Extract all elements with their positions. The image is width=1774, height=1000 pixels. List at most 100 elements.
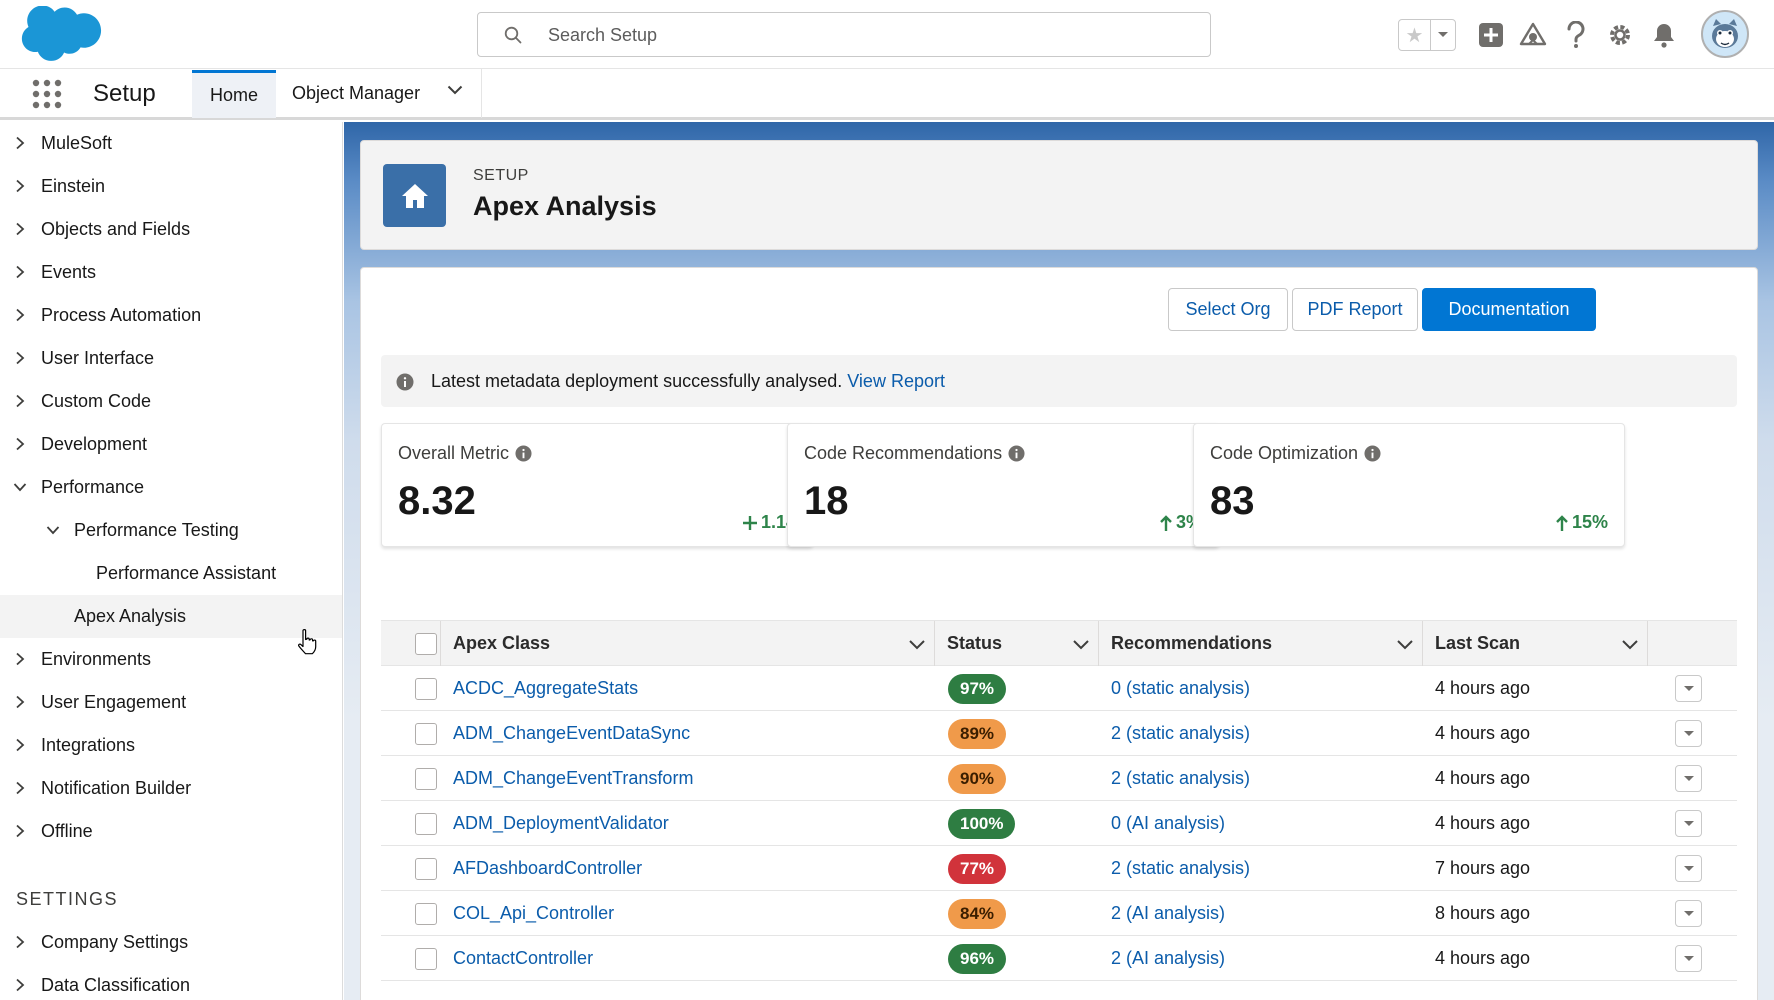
status-badge: 90% — [948, 763, 1007, 794]
column-header-last-scan[interactable]: Last Scan — [1423, 621, 1648, 666]
apex-class-link[interactable]: ADM_DeploymentValidator — [453, 801, 669, 846]
sidebar-item-performance[interactable]: Performance — [0, 466, 342, 509]
app-launcher-icon[interactable] — [32, 79, 62, 109]
apex-class-link[interactable]: ACDC_AggregateStats — [453, 666, 638, 711]
apex-class-link[interactable]: ADM_ChangeEventTransform — [453, 756, 693, 801]
sidebar-item-user-interface[interactable]: User Interface — [0, 337, 342, 380]
row-actions-button[interactable] — [1675, 900, 1702, 927]
sidebar-item-environments[interactable]: Environments — [0, 638, 342, 681]
select-all-checkbox[interactable] — [415, 633, 437, 655]
sidebar-item-label: Objects and Fields — [41, 219, 191, 239]
add-icon[interactable] — [1476, 20, 1506, 50]
row-actions-button[interactable] — [1675, 945, 1702, 972]
help-icon[interactable] — [1561, 20, 1591, 50]
global-header: ★ — [0, 0, 1774, 69]
pdf-report-button[interactable]: PDF Report — [1292, 288, 1418, 331]
metric-value: 18 — [804, 479, 849, 523]
arrow-up-icon — [1160, 514, 1172, 531]
apex-class-link[interactable]: COL_Api_Controller — [453, 891, 614, 936]
chevron-down-icon[interactable] — [1072, 635, 1090, 653]
recommendations-link[interactable]: 2 (AI analysis) — [1111, 936, 1225, 981]
info-icon[interactable] — [515, 445, 532, 462]
status-cell: 96% — [948, 936, 1007, 981]
sidebar-item-performance-assistant[interactable]: Performance Assistant — [0, 552, 342, 595]
column-header-apex-class[interactable]: Apex Class — [441, 621, 935, 666]
documentation-button[interactable]: Documentation — [1422, 288, 1596, 331]
sidebar-item-events[interactable]: Events — [0, 251, 342, 294]
search-input[interactable] — [548, 21, 1168, 49]
info-icon[interactable] — [1364, 445, 1381, 462]
row-checkbox[interactable] — [415, 858, 437, 880]
last-scan-cell: 4 hours ago — [1435, 768, 1531, 788]
caret-down-icon — [1683, 865, 1694, 871]
status-badge: 77% — [948, 853, 1007, 884]
caret-down-icon[interactable] — [1431, 20, 1455, 50]
view-report-link[interactable]: View Report — [847, 371, 945, 391]
sidebar-item-user-engagement[interactable]: User Engagement — [0, 681, 342, 724]
row-actions-button[interactable] — [1675, 855, 1702, 882]
sidebar-item-label: Company Settings — [41, 932, 189, 952]
column-header-status[interactable]: Status — [935, 621, 1099, 666]
last-scan-cell: 4 hours ago — [1435, 678, 1531, 698]
row-actions-button[interactable] — [1675, 765, 1702, 792]
sidebar-item-data-classification[interactable]: Data Classification — [0, 964, 342, 1000]
apex-class-link[interactable]: ContactController — [453, 936, 593, 981]
sidebar-item-objects-and-fields[interactable]: Objects and Fields — [0, 208, 342, 251]
recommendations-link[interactable]: 2 (static analysis) — [1111, 846, 1250, 891]
user-avatar[interactable] — [1701, 10, 1749, 58]
header-select-cell — [381, 621, 441, 666]
bell-icon[interactable] — [1649, 20, 1679, 50]
chevron-down-icon[interactable] — [447, 85, 463, 95]
sidebar-item-custom-code[interactable]: Custom Code — [0, 380, 342, 423]
info-icon[interactable] — [1008, 445, 1025, 462]
sidebar-item-offline[interactable]: Offline — [0, 810, 342, 853]
row-checkbox[interactable] — [415, 678, 437, 700]
row-checkbox[interactable] — [415, 903, 437, 925]
favorites-control[interactable]: ★ — [1398, 19, 1456, 51]
recommendations-link[interactable]: 0 (AI analysis) — [1111, 801, 1225, 846]
sidebar-item-integrations[interactable]: Integrations — [0, 724, 342, 767]
sidebar-item-company-settings[interactable]: Company Settings — [0, 921, 342, 964]
gear-icon[interactable] — [1605, 20, 1635, 50]
chevron-right-icon — [16, 824, 25, 838]
row-checkbox[interactable] — [415, 813, 437, 835]
sidebar-item-mulesoft[interactable]: MuleSoft — [0, 122, 342, 165]
status-badge: 97% — [948, 673, 1007, 704]
column-header-recommendations[interactable]: Recommendations — [1099, 621, 1423, 666]
sidebar-item-apex-analysis[interactable]: Apex Analysis — [0, 595, 342, 638]
chevron-down-icon[interactable] — [1396, 635, 1414, 653]
apex-class-link[interactable]: AFDashboardController — [453, 846, 642, 891]
metric-label: Code Optimization — [1210, 443, 1359, 463]
sidebar-item-label: Integrations — [41, 735, 136, 755]
sidebar-item-performance-testing[interactable]: Performance Testing — [0, 509, 342, 552]
chevron-down-icon — [46, 526, 60, 535]
chevron-down-icon[interactable] — [1621, 635, 1639, 653]
recommendations-link[interactable]: 0 (static analysis) — [1111, 666, 1250, 711]
chevron-right-icon — [16, 652, 25, 666]
sidebar-item-development[interactable]: Development — [0, 423, 342, 466]
main-content: SETUP Apex Analysis Select Org PDF Repor… — [344, 122, 1774, 1000]
row-checkbox[interactable] — [415, 948, 437, 970]
row-checkbox[interactable] — [415, 768, 437, 790]
chevron-down-icon — [13, 483, 27, 492]
tab-home[interactable]: Home — [192, 70, 276, 118]
chevron-down-icon[interactable] — [908, 635, 926, 653]
recommendations-link[interactable]: 2 (static analysis) — [1111, 711, 1250, 756]
select-org-button[interactable]: Select Org — [1168, 288, 1288, 331]
tab-object-manager[interactable]: Object Manager — [276, 69, 482, 118]
row-actions-button[interactable] — [1675, 720, 1702, 747]
sidebar-item-process-automation[interactable]: Process Automation — [0, 294, 342, 337]
trailhead-icon[interactable] — [1518, 20, 1548, 50]
apex-class-link[interactable]: ADM_ChangeEventDataSync — [453, 711, 690, 756]
search-box[interactable] — [477, 12, 1211, 57]
recommendations-link[interactable]: 2 (static analysis) — [1111, 756, 1250, 801]
row-checkbox[interactable] — [415, 723, 437, 745]
row-actions-button[interactable] — [1675, 810, 1702, 837]
sidebar-item-label: Development — [41, 434, 148, 454]
star-icon[interactable]: ★ — [1399, 20, 1431, 50]
row-actions-button[interactable] — [1675, 675, 1702, 702]
salesforce-logo[interactable] — [20, 6, 102, 62]
recommendations-link[interactable]: 2 (AI analysis) — [1111, 891, 1225, 936]
sidebar-item-notification-builder[interactable]: Notification Builder — [0, 767, 342, 810]
sidebar-item-einstein[interactable]: Einstein — [0, 165, 342, 208]
